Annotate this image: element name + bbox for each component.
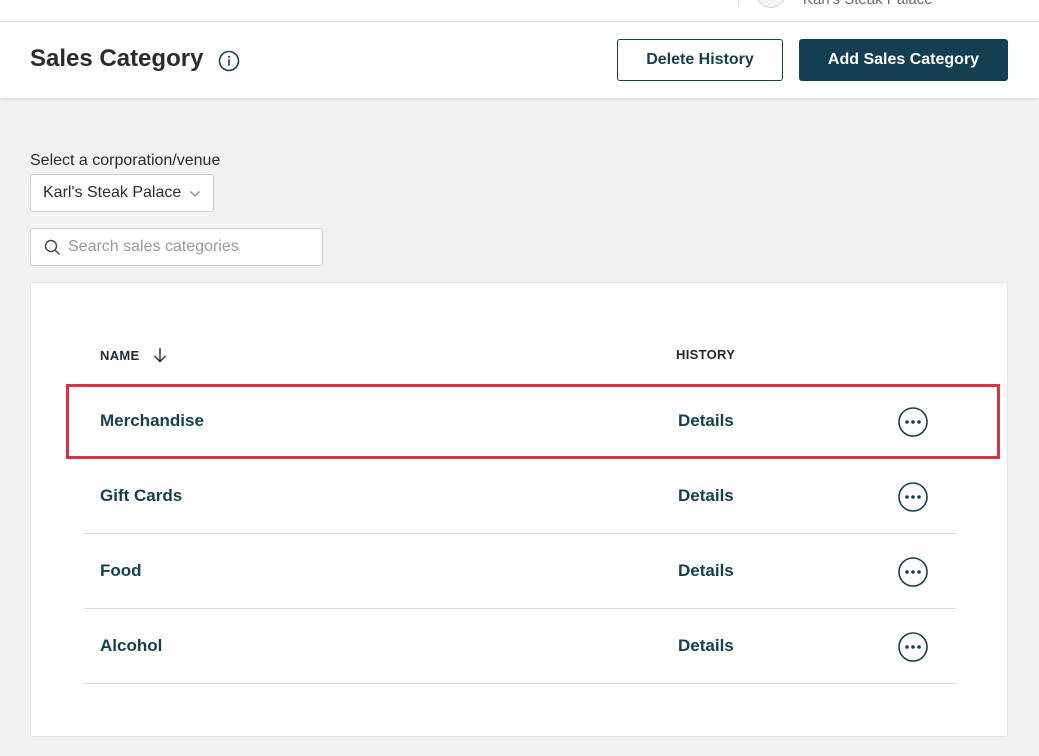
row-divider [84, 683, 956, 684]
more-horizontal-icon[interactable] [897, 481, 929, 513]
column-header-name[interactable]: NAME [100, 348, 139, 363]
category-name-link[interactable]: Alcohol [100, 636, 162, 656]
table-row: Merchandise Details [84, 384, 956, 459]
search-input[interactable] [68, 236, 313, 258]
column-header-history: HISTORY [676, 347, 736, 362]
search-icon [44, 239, 61, 256]
avatar[interactable] [756, 0, 786, 8]
delete-history-button[interactable]: Delete History [617, 39, 783, 81]
page-header: Sales Category Delete History Add Sales … [0, 22, 1039, 98]
chevron-down-icon [190, 191, 200, 197]
history-details-link[interactable]: Details [678, 561, 734, 581]
category-name-link[interactable]: Gift Cards [100, 486, 182, 506]
account-venue-name[interactable]: Karl's Steak Palace [803, 0, 933, 8]
sales-category-table: NAME HISTORY Merchandise Details Gift Ca… [30, 282, 1008, 737]
table-row: Gift Cards Details [84, 459, 956, 534]
category-name-link[interactable]: Merchandise [100, 411, 204, 431]
more-horizontal-icon[interactable] [897, 556, 929, 588]
top-bar-divider [738, 0, 739, 6]
add-sales-category-button[interactable]: Add Sales Category [799, 39, 1008, 81]
arrow-down-icon[interactable] [152, 346, 168, 364]
venue-select-value: Karl's Steak Palace [43, 184, 182, 201]
table-row: Food Details [84, 534, 956, 609]
page-title: Sales Category [30, 45, 204, 72]
venue-select-label: Select a corporation/venue [30, 152, 221, 169]
history-details-link[interactable]: Details [678, 486, 734, 506]
info-icon[interactable] [218, 50, 240, 72]
table-row: Alcohol Details [84, 609, 956, 684]
more-horizontal-icon[interactable] [897, 631, 929, 663]
category-name-link[interactable]: Food [100, 561, 142, 581]
search-box[interactable] [30, 228, 323, 266]
history-details-link[interactable]: Details [678, 636, 734, 656]
top-bar: Karl's Steak Palace [0, 0, 1039, 22]
venue-select[interactable]: Karl's Steak Palace [30, 174, 214, 212]
history-details-link[interactable]: Details [678, 411, 734, 431]
more-horizontal-icon[interactable] [897, 406, 929, 438]
